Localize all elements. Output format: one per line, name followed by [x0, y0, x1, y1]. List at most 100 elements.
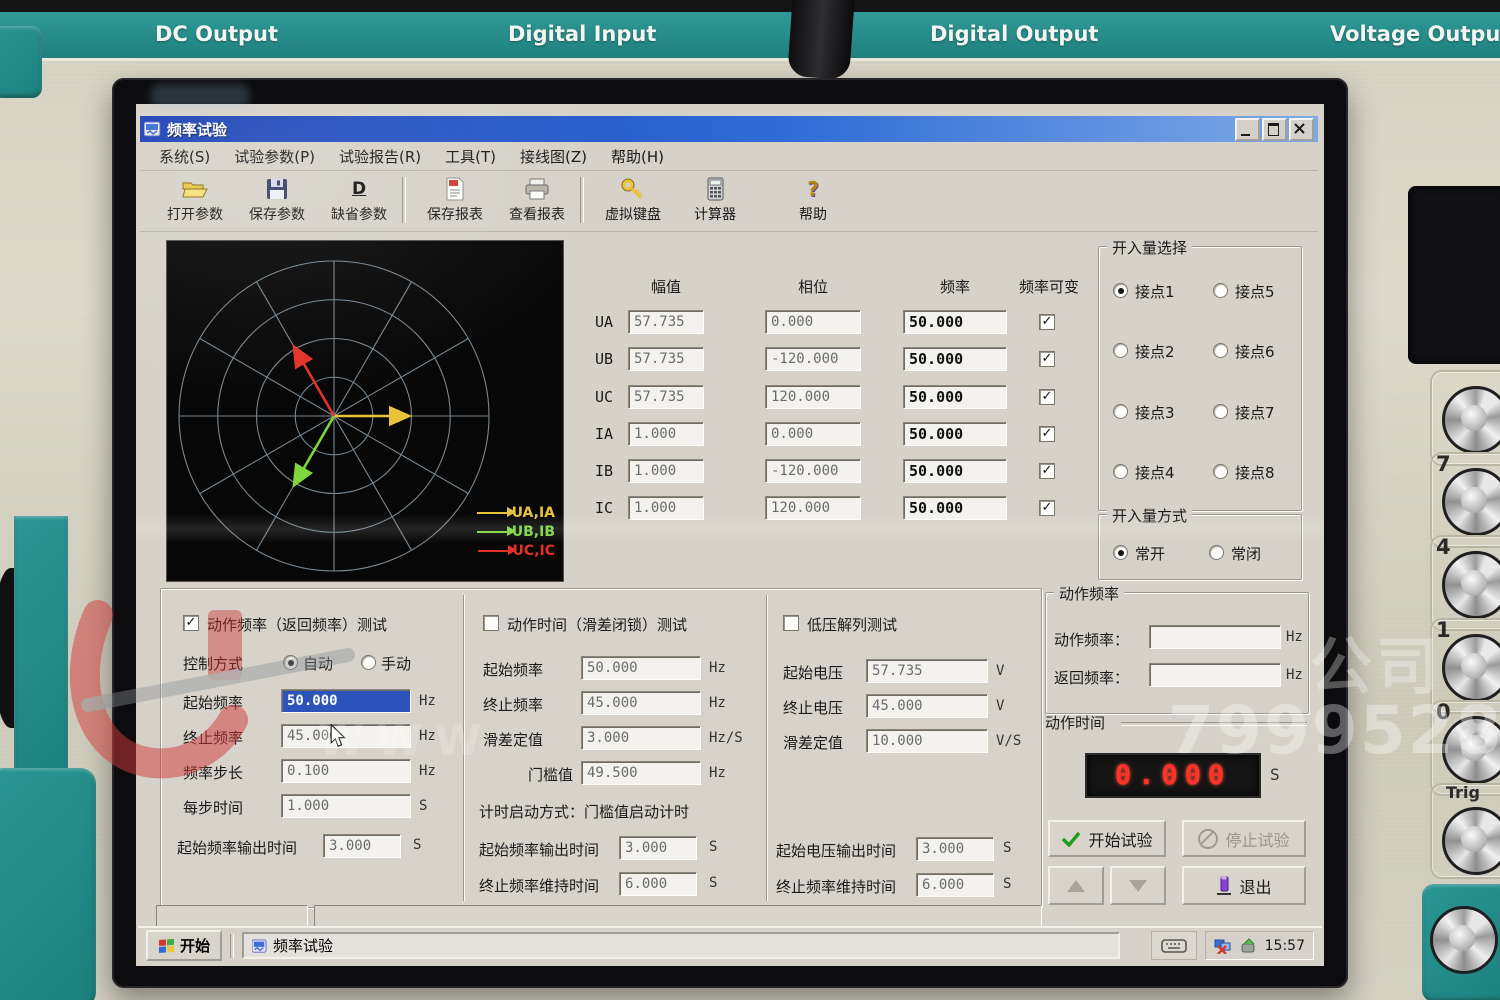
view-report-button[interactable]: 查看报表 — [496, 175, 578, 224]
ub-frequency-field[interactable]: 50.000 — [903, 347, 1007, 371]
p3-hold-time-field[interactable]: 6.000 — [916, 873, 994, 897]
menu-wiring-diagram[interactable]: 接线图(Z) — [509, 143, 598, 170]
calculator-icon — [707, 177, 724, 201]
help-button[interactable]: ? 帮助 — [778, 175, 848, 224]
keyboard-tray-button[interactable] — [1151, 931, 1197, 960]
ua-frequency-field[interactable]: 50.000 — [903, 310, 1007, 334]
up-button[interactable] — [1048, 866, 1104, 905]
knob-7[interactable] — [1442, 468, 1500, 536]
legend-label: UC,IC — [513, 543, 555, 559]
ua-amplitude-field[interactable]: 57.735 — [628, 310, 704, 334]
ic-frequency-field[interactable]: 50.000 — [903, 496, 1007, 520]
menu-tools[interactable]: 工具(T) — [434, 143, 507, 170]
end-voltage-field[interactable]: 45.000 — [866, 694, 988, 718]
v-slip-setting-field[interactable]: 10.000 — [866, 729, 988, 753]
menu-help[interactable]: 帮助(H) — [600, 143, 675, 170]
action-freq-field[interactable] — [1149, 625, 1281, 649]
virtual-keyboard-button[interactable]: 虚拟键盘 — [592, 175, 674, 224]
uc-frequency-field[interactable]: 50.000 — [903, 385, 1007, 409]
uc-phase-field[interactable]: 120.000 — [765, 385, 861, 409]
calculator-button[interactable]: 计算器 — [674, 175, 756, 224]
ia-phase-field[interactable]: 0.000 — [765, 422, 861, 446]
ic-freq-variable-checkbox[interactable] — [1039, 500, 1055, 516]
exit-button[interactable]: 退出 — [1182, 866, 1306, 905]
p3-output-time-field[interactable]: 3.000 — [916, 837, 994, 861]
freq-step-field[interactable]: 0.100 — [281, 759, 411, 783]
start-menu-button[interactable]: 开始 — [146, 930, 222, 961]
radio-auto[interactable] — [283, 655, 298, 670]
minimize-button[interactable] — [1235, 118, 1260, 141]
end-freq-field[interactable]: 45.000 — [281, 724, 411, 748]
radio-contact-4[interactable] — [1113, 464, 1128, 479]
tray-device-icon[interactable] — [1240, 938, 1257, 954]
toolbar-separator — [402, 177, 406, 223]
ub-freq-variable-checkbox[interactable] — [1039, 351, 1055, 367]
radio-contact-3[interactable] — [1113, 404, 1128, 419]
slip-setting-field[interactable]: 3.000 — [581, 726, 701, 750]
menu-test-params[interactable]: 试验参数(P) — [223, 143, 326, 170]
stop-test-button[interactable]: 停止试验 — [1182, 820, 1306, 857]
return-freq-field[interactable] — [1149, 663, 1281, 687]
ic-amplitude-field[interactable]: 1.000 — [628, 496, 704, 520]
down-button[interactable] — [1110, 866, 1166, 905]
save-report-button[interactable]: 保存报表 — [414, 175, 496, 224]
freq-test-checkbox[interactable] — [183, 615, 199, 631]
maximize-button[interactable] — [1262, 118, 1287, 141]
radio-contact-8[interactable] — [1213, 464, 1228, 479]
radio-contact-1[interactable] — [1113, 283, 1128, 298]
start-voltage-field[interactable]: 57.735 — [866, 659, 988, 683]
uc-freq-variable-checkbox[interactable] — [1039, 389, 1055, 405]
open-params-button[interactable]: 打开参数 — [154, 175, 236, 224]
knob-teal[interactable] — [1430, 906, 1498, 974]
ia-frequency-field[interactable]: 50.000 — [903, 422, 1007, 446]
task-button-frequency-test[interactable]: 频率试验 — [242, 932, 1120, 959]
start-test-button[interactable]: 开始试验 — [1048, 820, 1166, 857]
knob-0[interactable] — [1442, 716, 1500, 784]
top-edge — [0, 0, 1500, 12]
t-end-freq-field[interactable]: 45.000 — [581, 691, 701, 715]
time-test-checkbox[interactable] — [483, 615, 499, 631]
app-icon — [144, 121, 161, 137]
start-freq-field[interactable]: 50.000 — [281, 689, 411, 713]
knob-trig[interactable] — [1442, 807, 1500, 875]
default-params-button[interactable]: D 缺省参数 — [318, 175, 400, 224]
threshold-field[interactable]: 49.500 — [581, 761, 701, 785]
ib-phase-field[interactable]: -120.000 — [765, 459, 861, 483]
ub-phase-field[interactable]: -120.000 — [765, 347, 861, 371]
ia-freq-variable-checkbox[interactable] — [1039, 426, 1055, 442]
knob-1[interactable] — [1442, 634, 1500, 702]
radio-normally-closed[interactable] — [1209, 545, 1224, 560]
ia-amplitude-field[interactable]: 1.000 — [628, 422, 704, 446]
radio-contact-5[interactable] — [1213, 283, 1228, 298]
close-button[interactable] — [1289, 118, 1314, 141]
knob-blank[interactable] — [1442, 386, 1500, 454]
save-params-button[interactable]: 保存参数 — [236, 175, 318, 224]
radio-normally-open[interactable] — [1113, 545, 1128, 560]
ib-amplitude-field[interactable]: 1.000 — [628, 459, 704, 483]
radio-contact-6[interactable] — [1213, 343, 1228, 358]
ua-freq-variable-checkbox[interactable] — [1039, 314, 1055, 330]
test-panels: 动作频率（返回频率）测试 控制方式 自动 手动 起始频率 50.000 Hz 终… — [160, 588, 1042, 908]
exit-label: 退出 — [1239, 874, 1271, 898]
radio-manual[interactable] — [361, 655, 376, 670]
p2-hold-time-field[interactable]: 6.000 — [619, 872, 697, 896]
voltage-test-checkbox[interactable] — [783, 615, 799, 631]
radio-contact-2[interactable] — [1113, 343, 1128, 358]
ua-phase-field[interactable]: 0.000 — [765, 310, 861, 334]
uc-amplitude-field[interactable]: 57.735 — [628, 385, 704, 409]
radio-contact-7[interactable] — [1213, 404, 1228, 419]
ub-amplitude-field[interactable]: 57.735 — [628, 347, 704, 371]
p3-hold-time-label: 终止频率维持时间 — [776, 876, 896, 897]
menu-test-report[interactable]: 试验报告(R) — [328, 143, 432, 170]
p2-output-time-field[interactable]: 3.000 — [619, 836, 697, 860]
ib-freq-variable-checkbox[interactable] — [1039, 463, 1055, 479]
save-report-label: 保存报表 — [414, 204, 496, 224]
menu-system[interactable]: 系统(S) — [148, 143, 221, 170]
knob-4[interactable] — [1442, 551, 1500, 619]
t-start-freq-field[interactable]: 50.000 — [581, 656, 701, 680]
p1-output-time-field[interactable]: 3.000 — [323, 834, 401, 858]
ib-frequency-field[interactable]: 50.000 — [903, 459, 1007, 483]
step-time-field[interactable]: 1.000 — [281, 794, 411, 818]
network-disconnected-icon[interactable] — [1214, 938, 1232, 954]
ic-phase-field[interactable]: 120.000 — [765, 496, 861, 520]
